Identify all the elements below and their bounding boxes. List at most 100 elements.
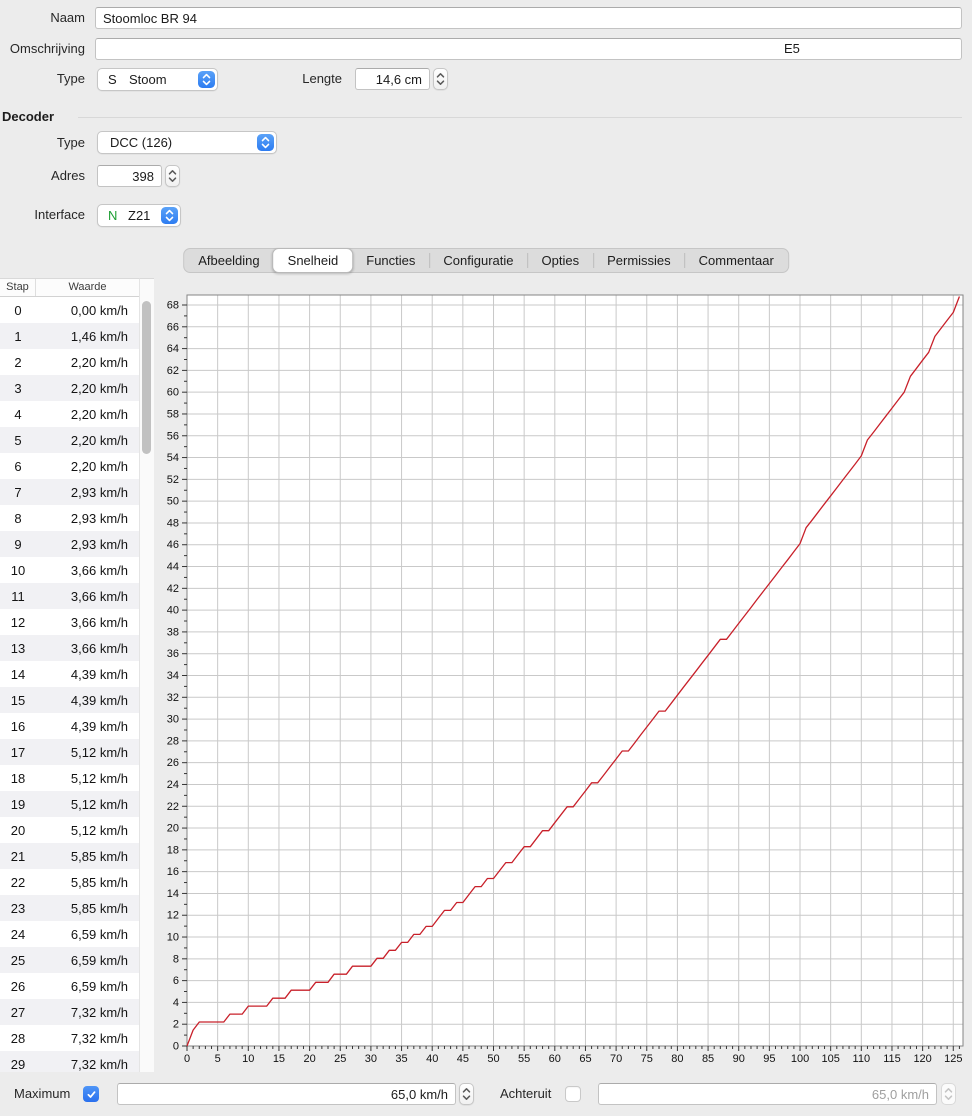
svg-text:56: 56 bbox=[167, 430, 179, 442]
table-row[interactable]: 32,20 km/h bbox=[0, 375, 139, 401]
svg-text:42: 42 bbox=[167, 583, 179, 595]
table-row[interactable]: 00,00 km/h bbox=[0, 297, 139, 323]
value-cell: 7,32 km/h bbox=[36, 1057, 139, 1072]
table-row[interactable]: 82,93 km/h bbox=[0, 505, 139, 531]
table-row[interactable]: 123,66 km/h bbox=[0, 609, 139, 635]
type-label: Type bbox=[0, 68, 85, 90]
step-cell: 6 bbox=[0, 459, 36, 474]
table-row[interactable]: 113,66 km/h bbox=[0, 583, 139, 609]
svg-text:68: 68 bbox=[167, 300, 179, 312]
svg-text:25: 25 bbox=[334, 1053, 346, 1065]
achteruit-checkbox[interactable] bbox=[565, 1086, 581, 1102]
tab-commentaar[interactable]: Commentaar bbox=[685, 249, 788, 272]
table-row[interactable]: 42,20 km/h bbox=[0, 401, 139, 427]
value-cell: 2,20 km/h bbox=[36, 381, 139, 396]
table-scrollbar[interactable] bbox=[139, 278, 154, 1072]
step-cell: 12 bbox=[0, 615, 36, 630]
step-cell: 3 bbox=[0, 381, 36, 396]
table-row[interactable]: 22,20 km/h bbox=[0, 349, 139, 375]
svg-text:35: 35 bbox=[395, 1053, 407, 1065]
table-row[interactable]: 72,93 km/h bbox=[0, 479, 139, 505]
svg-text:16: 16 bbox=[167, 866, 179, 878]
svg-text:0: 0 bbox=[173, 1041, 179, 1053]
column-header-waarde[interactable]: Waarde bbox=[36, 279, 139, 296]
value-cell: 5,85 km/h bbox=[36, 875, 139, 890]
tab-opties[interactable]: Opties bbox=[528, 249, 594, 272]
table-row[interactable]: 11,46 km/h bbox=[0, 323, 139, 349]
column-header-stap[interactable]: Stap bbox=[0, 279, 36, 296]
lengte-stepper[interactable] bbox=[433, 68, 448, 90]
table-row[interactable]: 175,12 km/h bbox=[0, 739, 139, 765]
table-row[interactable]: 297,32 km/h bbox=[0, 1051, 139, 1072]
lengte-input[interactable] bbox=[355, 68, 430, 90]
table-row[interactable]: 154,39 km/h bbox=[0, 687, 139, 713]
table-row[interactable]: 266,59 km/h bbox=[0, 973, 139, 999]
tab-permissies[interactable]: Permissies bbox=[593, 249, 685, 272]
value-cell: 2,20 km/h bbox=[36, 459, 139, 474]
svg-text:36: 36 bbox=[167, 648, 179, 660]
table-header: Stap Waarde bbox=[0, 279, 139, 297]
table-row[interactable]: 195,12 km/h bbox=[0, 791, 139, 817]
maximum-checkbox[interactable] bbox=[83, 1086, 99, 1102]
adres-label: Adres bbox=[0, 165, 85, 187]
speed-curve-chart: 0246810121416182022242628303234363840424… bbox=[154, 278, 972, 1072]
value-cell: 7,32 km/h bbox=[36, 1005, 139, 1020]
table-row[interactable]: 164,39 km/h bbox=[0, 713, 139, 739]
svg-text:2: 2 bbox=[173, 1019, 179, 1031]
svg-text:22: 22 bbox=[167, 801, 179, 813]
table-row[interactable]: 235,85 km/h bbox=[0, 895, 139, 921]
svg-text:45: 45 bbox=[457, 1053, 469, 1065]
svg-text:66: 66 bbox=[167, 321, 179, 333]
naam-input[interactable] bbox=[95, 7, 962, 29]
svg-text:70: 70 bbox=[610, 1053, 622, 1065]
decoder-type-dropdown[interactable]: DCC (126) bbox=[97, 131, 277, 154]
svg-text:95: 95 bbox=[763, 1053, 775, 1065]
adres-stepper[interactable] bbox=[165, 165, 180, 187]
tab-afbeelding[interactable]: Afbeelding bbox=[184, 249, 273, 272]
svg-text:38: 38 bbox=[167, 626, 179, 638]
svg-text:64: 64 bbox=[167, 343, 179, 355]
table-row[interactable]: 215,85 km/h bbox=[0, 843, 139, 869]
table-row[interactable]: 62,20 km/h bbox=[0, 453, 139, 479]
table-row[interactable]: 256,59 km/h bbox=[0, 947, 139, 973]
maximum-stepper[interactable] bbox=[459, 1083, 474, 1105]
value-cell: 4,39 km/h bbox=[36, 719, 139, 734]
step-cell: 20 bbox=[0, 823, 36, 838]
svg-text:20: 20 bbox=[303, 1053, 315, 1065]
value-cell: 4,39 km/h bbox=[36, 667, 139, 682]
achteruit-label: Achteruit bbox=[500, 1083, 551, 1105]
table-row[interactable]: 144,39 km/h bbox=[0, 661, 139, 687]
tab-configuratie[interactable]: Configuratie bbox=[429, 249, 527, 272]
table-row[interactable]: 92,93 km/h bbox=[0, 531, 139, 557]
svg-text:30: 30 bbox=[365, 1053, 377, 1065]
table-body: 00,00 km/h11,46 km/h22,20 km/h32,20 km/h… bbox=[0, 297, 139, 1072]
table-row[interactable]: 52,20 km/h bbox=[0, 427, 139, 453]
interface-dropdown[interactable]: N Z21 bbox=[97, 204, 181, 227]
decoder-type-value: DCC (126) bbox=[98, 135, 253, 150]
svg-text:115: 115 bbox=[883, 1053, 901, 1065]
omschrijving-field[interactable]: E5 bbox=[95, 38, 962, 60]
adres-input[interactable] bbox=[97, 165, 162, 187]
table-row[interactable]: 246,59 km/h bbox=[0, 921, 139, 947]
tab-snelheid[interactable]: Snelheid bbox=[273, 248, 354, 273]
type-code: S bbox=[98, 72, 122, 87]
table-row[interactable]: 103,66 km/h bbox=[0, 557, 139, 583]
table-row[interactable]: 205,12 km/h bbox=[0, 817, 139, 843]
svg-text:40: 40 bbox=[167, 605, 179, 617]
achteruit-speed-input[interactable] bbox=[598, 1083, 937, 1105]
svg-text:12: 12 bbox=[167, 910, 179, 922]
svg-text:44: 44 bbox=[167, 561, 179, 573]
table-row[interactable]: 225,85 km/h bbox=[0, 869, 139, 895]
omschrijving-label: Omschrijving bbox=[0, 38, 85, 60]
table-row[interactable]: 133,66 km/h bbox=[0, 635, 139, 661]
scrollbar-thumb[interactable] bbox=[142, 301, 151, 454]
type-dropdown[interactable]: S Stoom bbox=[97, 68, 218, 91]
table-row[interactable]: 277,32 km/h bbox=[0, 999, 139, 1025]
value-cell: 5,12 km/h bbox=[36, 823, 139, 838]
maximum-speed-input[interactable] bbox=[117, 1083, 456, 1105]
table-row[interactable]: 185,12 km/h bbox=[0, 765, 139, 791]
value-cell: 3,66 km/h bbox=[36, 641, 139, 656]
table-row[interactable]: 287,32 km/h bbox=[0, 1025, 139, 1051]
tab-functies[interactable]: Functies bbox=[352, 249, 429, 272]
svg-text:58: 58 bbox=[167, 408, 179, 420]
